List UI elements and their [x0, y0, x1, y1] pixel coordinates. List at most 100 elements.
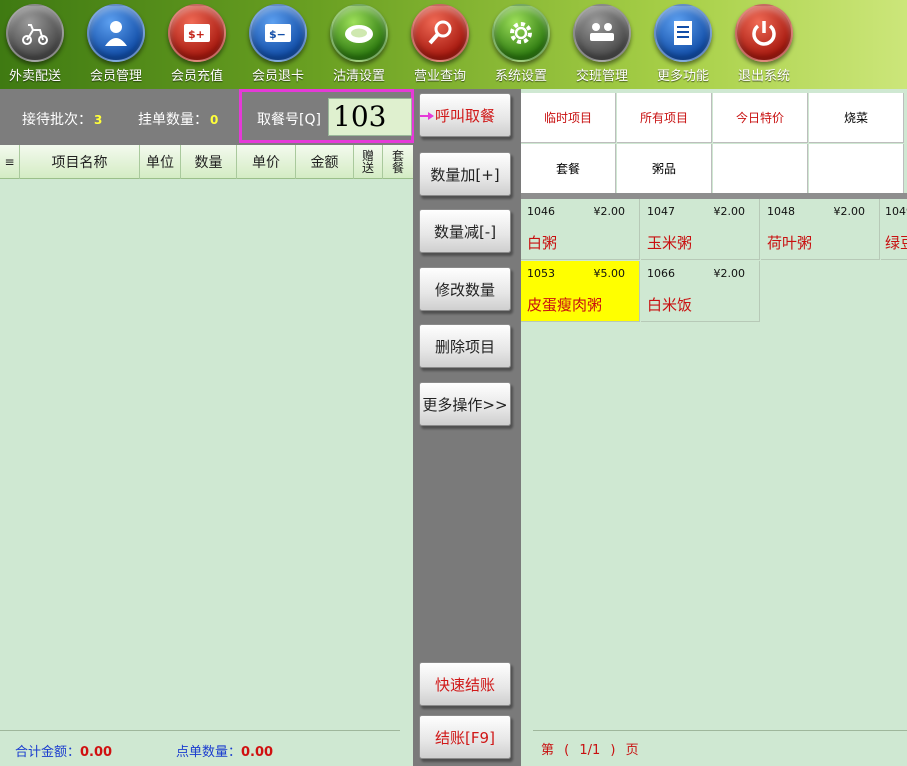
category-tab[interactable]: 今日特价: [713, 93, 808, 143]
item-code: 1066: [647, 267, 675, 280]
card-minus-icon: $−: [249, 4, 307, 62]
svg-text:$−: $−: [269, 28, 286, 41]
card-plus-icon: $+: [168, 4, 226, 62]
menu-item[interactable]: 1046 ¥2.00 白粥: [521, 199, 640, 260]
menu-item[interactable]: 1047 ¥2.00 玉米粥: [641, 199, 760, 260]
category-tab[interactable]: 粥品: [617, 144, 712, 194]
category-tab[interactable]: 套餐: [521, 144, 616, 194]
reception-batch-value: 3: [94, 113, 103, 127]
svg-text:$+: $+: [188, 28, 205, 41]
toolbar-label: 会员管理: [89, 69, 142, 84]
category-tab-empty[interactable]: [809, 144, 904, 194]
column-quantity[interactable]: 数量: [181, 145, 237, 179]
plate-icon: [330, 4, 388, 62]
delete-item-button[interactable]: 删除项目: [419, 324, 511, 368]
menu-item[interactable]: 1048 ¥2.00 荷叶粥: [761, 199, 880, 260]
pagination-text: 第 ( 1/1 ) 页: [541, 743, 639, 758]
member-refund-button[interactable]: $− 会员退卡: [239, 4, 317, 86]
category-tab[interactable]: 所有项目: [617, 93, 712, 143]
reception-batch: 接待批次： 3: [22, 112, 103, 128]
handover-icon: [573, 4, 631, 62]
item-name: 白米饭: [647, 296, 693, 314]
item-code: 1047: [647, 205, 675, 218]
item-name: 荷叶粥: [767, 234, 813, 252]
item-price: ¥2.00: [833, 205, 866, 218]
order-info-bar: 接待批次： 3 挂单数量： 0 取餐号[Q] 103: [0, 89, 414, 145]
toolbar-label: 营业查询: [413, 69, 466, 84]
pickup-number-box: 取餐号[Q] 103: [239, 89, 414, 143]
column-gift[interactable]: 赠送: [354, 145, 383, 179]
sold-out-settings-button[interactable]: 沽清设置: [320, 4, 398, 86]
item-price: ¥2.00: [713, 205, 746, 218]
held-orders-value: 0: [210, 113, 219, 127]
toolbar-label: 系统设置: [494, 69, 547, 84]
item-code: 1048: [767, 205, 795, 218]
item-code: 1046: [527, 205, 555, 218]
column-combo-char: 餐: [391, 161, 404, 175]
menu-item-selected[interactable]: 1053 ¥5.00 皮蛋瘦肉粥: [521, 261, 640, 322]
toolbar-label: 沽清设置: [332, 69, 385, 84]
arrow-right-icon: [420, 112, 434, 120]
toolbar-label: 交班管理: [575, 69, 628, 84]
toolbar-label: 外卖配送: [8, 69, 61, 84]
toolbar-label: 会员充值: [170, 69, 223, 84]
category-tab[interactable]: 烧菜: [809, 93, 904, 143]
more-operations-button[interactable]: 更多操作>>: [419, 382, 511, 426]
item-code: 1049: [885, 205, 907, 218]
item-name: 绿豆: [885, 234, 907, 252]
member-management-button[interactable]: 会员管理: [77, 4, 155, 86]
toolbar-label: 更多功能: [656, 69, 709, 84]
item-code: 1053: [527, 267, 555, 280]
pickup-number-input[interactable]: 103: [328, 98, 412, 136]
menu-item[interactable]: 1066 ¥2.00 白米饭: [641, 261, 760, 322]
column-item-name[interactable]: 项目名称: [20, 145, 140, 179]
order-table-header: ≡ 项目名称 单位 数量 单价 金额 赠送 套餐: [0, 145, 413, 179]
item-price: ¥2.00: [593, 205, 626, 218]
scooter-icon: [6, 4, 64, 62]
toolbar-label: 会员退卡: [251, 69, 304, 84]
system-settings-button[interactable]: 系统设置: [482, 4, 560, 86]
menu-item[interactable]: 1049 绿豆: [881, 199, 907, 260]
order-quantity: 点单数量：0.00: [176, 745, 274, 760]
quick-checkout-button[interactable]: 快速结账: [419, 662, 511, 706]
pagination-divider: [533, 730, 907, 731]
order-panel: 接待批次： 3 挂单数量： 0 取餐号[Q] 103 ≡ 项目名称 单位 数量 单价…: [0, 89, 414, 766]
menu-panel: 临时项目 所有项目 今日特价 烧菜 套餐 粥品 1046 ¥2.00 白粥 10…: [521, 89, 907, 766]
column-combo[interactable]: 套餐: [383, 145, 413, 179]
total-amount-value: 0.00: [80, 745, 113, 760]
column-gift-char: 送: [361, 161, 374, 175]
item-name: 皮蛋瘦肉粥: [527, 296, 603, 314]
item-price: ¥5.00: [593, 267, 626, 280]
column-menu-icon[interactable]: ≡: [0, 145, 20, 179]
total-amount: 合计金额：0.00: [15, 745, 113, 760]
user-icon: [87, 4, 145, 62]
order-table-body[interactable]: [0, 179, 413, 729]
item-name: 白粥: [527, 234, 558, 252]
exit-system-button[interactable]: 退出系统: [725, 4, 803, 86]
more-functions-button[interactable]: 更多功能: [644, 4, 722, 86]
magnifier-icon: [411, 4, 469, 62]
delivery-button[interactable]: 外卖配送: [0, 4, 74, 86]
quantity-increase-button[interactable]: 数量加[+]: [419, 152, 511, 196]
toolbar-label: 退出系统: [737, 69, 790, 84]
member-recharge-button[interactable]: $+ 会员充值: [158, 4, 236, 86]
quantity-decrease-button[interactable]: 数量减[-]: [419, 209, 511, 253]
category-tab-empty[interactable]: [713, 144, 808, 194]
held-orders: 挂单数量： 0: [138, 112, 219, 128]
pickup-number-label: 取餐号[Q]: [257, 112, 321, 128]
column-unit-price[interactable]: 单价: [237, 145, 296, 179]
order-quantity-value: 0.00: [241, 745, 274, 760]
business-query-button[interactable]: 营业查询: [401, 4, 479, 86]
list-icon: [654, 4, 712, 62]
modify-quantity-button[interactable]: 修改数量: [419, 267, 511, 311]
column-amount[interactable]: 金额: [296, 145, 354, 179]
category-tab[interactable]: 临时项目: [521, 93, 616, 143]
footer-divider: [0, 730, 400, 731]
gear-icon: [492, 4, 550, 62]
main-toolbar: 外卖配送 会员管理 $+ 会员充值 $− 会员退卡 沽清设置 营业查询 系统设置: [0, 0, 907, 89]
checkout-button[interactable]: 结账[F9]: [419, 715, 511, 759]
shift-handover-button[interactable]: 交班管理: [563, 4, 641, 86]
item-name: 玉米粥: [647, 234, 693, 252]
column-unit[interactable]: 单位: [140, 145, 181, 179]
power-icon: [735, 4, 793, 62]
